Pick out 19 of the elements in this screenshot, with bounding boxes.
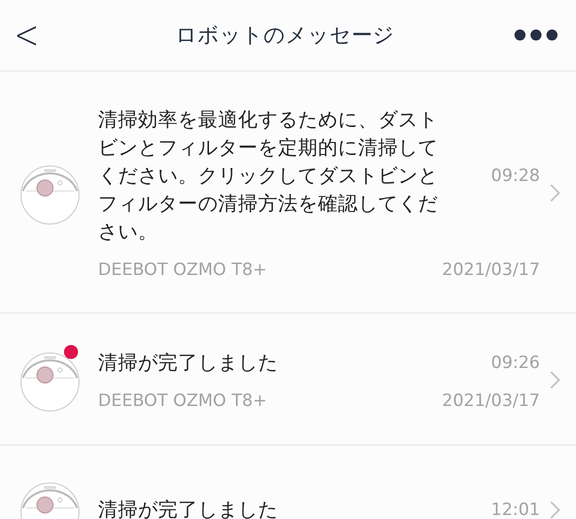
message-text: 清掃効率を最適化するために、ダストビンとフィルターを定期的に清掃してください。クリックしてダストビンとフィルターの清掃方法を確認してください。 bbox=[98, 107, 439, 245]
message-text: 清掃が完了しました bbox=[98, 350, 279, 376]
message-item[interactable]: 清掃が完了しました 09:26 DEEBOT OZMO T8+ 2021/03/17 bbox=[0, 314, 576, 446]
more-icon[interactable] bbox=[514, 29, 558, 41]
message-time: 12:01 bbox=[491, 500, 540, 519]
message-date: 2021/03/17 bbox=[442, 260, 540, 280]
screen-title: ロボットのメッセージ bbox=[174, 22, 396, 49]
chevron-right-icon bbox=[550, 371, 560, 389]
message-item[interactable]: 清掃が完了しました 12:01 bbox=[0, 446, 576, 519]
message-item[interactable]: 清掃効率を最適化するために、ダストビンとフィルターを定期的に清掃してください。クリックしてダストビンとフィルターの清掃方法を確認してください。 09:28 DEEBOT OZMO T8+ 2021/03/17 bbox=[0, 72, 576, 314]
device-name: DEEBOT OZMO T8+ bbox=[98, 391, 268, 411]
message-date: 2021/03/17 bbox=[442, 391, 540, 411]
message-time: 09:26 bbox=[491, 353, 540, 373]
chevron-right-icon bbox=[550, 501, 560, 519]
back-button[interactable]: < bbox=[14, 12, 58, 58]
message-time: 09:28 bbox=[491, 166, 540, 186]
device-name: DEEBOT OZMO T8+ bbox=[98, 260, 268, 280]
message-text: 清掃が完了しました bbox=[98, 497, 279, 519]
chevron-right-icon bbox=[550, 184, 560, 202]
